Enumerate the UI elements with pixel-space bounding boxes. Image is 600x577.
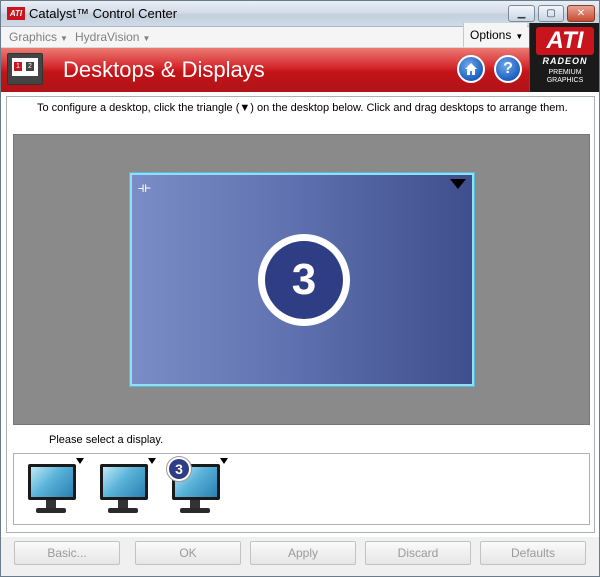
bottom-button-bar: Basic... OK Apply Discard Defaults	[1, 537, 599, 576]
premium-graphics-text: PREMIUM GRAPHICS	[530, 69, 600, 85]
ati-small-logo: ATI	[7, 7, 25, 20]
menu-graphics[interactable]: Graphics ▼	[9, 30, 68, 44]
options-label: Options	[470, 28, 512, 42]
select-display-label: Please select a display.	[49, 434, 164, 446]
premium-line-1: PREMIUM	[548, 69, 582, 76]
basic-button[interactable]: Basic...	[14, 541, 120, 565]
maximize-icon: ▢	[546, 8, 556, 19]
desktop-arrangement-area: ⟛ 3	[13, 134, 590, 425]
ati-radeon-logo: ATI RADEON PREMIUM GRAPHICS	[529, 23, 599, 92]
premium-line-2: GRAPHICS	[546, 77, 584, 84]
menu-hydravision[interactable]: HydraVision ▼	[75, 30, 150, 44]
close-icon: ✕	[576, 8, 586, 19]
desktop-menu-triangle[interactable]	[450, 179, 466, 189]
window-title: Catalyst™ Control Center	[29, 6, 178, 21]
chevron-down-icon: ▼	[142, 34, 151, 43]
display-menu-triangle[interactable]	[148, 458, 156, 464]
home-button[interactable]	[457, 55, 485, 83]
menu-hydravision-label: HydraVision	[75, 30, 140, 44]
desktop-3[interactable]: ⟛ 3	[130, 173, 474, 386]
maximize-button[interactable]: ▢	[538, 5, 564, 22]
page-title: Desktops & Displays	[63, 57, 265, 82]
ati-logo-text: ATI	[536, 27, 594, 55]
monitor-icon	[28, 464, 76, 500]
display-menu-triangle[interactable]	[220, 458, 228, 464]
app-window: ATI Catalyst™ Control Center ▁ ▢ ✕ Graph…	[0, 0, 600, 577]
primary-desktop-icon: ⟛	[138, 179, 151, 195]
ok-button[interactable]: OK	[135, 541, 241, 565]
minimize-icon: ▁	[517, 8, 526, 19]
discard-button[interactable]: Discard	[365, 541, 471, 565]
display-item-3[interactable]: 3	[166, 456, 230, 520]
close-button[interactable]: ✕	[567, 5, 595, 22]
menu-graphics-label: Graphics	[9, 30, 58, 44]
chevron-down-icon: ▼	[515, 32, 524, 41]
minimize-button[interactable]: ▁	[508, 5, 535, 22]
chevron-down-icon: ▼	[60, 34, 68, 43]
apply-button[interactable]: Apply	[250, 541, 356, 565]
main-content: To configure a desktop, click the triang…	[6, 96, 595, 533]
display-item-1[interactable]	[24, 458, 86, 520]
defaults-button[interactable]: Defaults	[480, 541, 586, 565]
display-item-2[interactable]	[96, 458, 158, 520]
help-icon: ?	[503, 60, 513, 77]
display-list: 3	[13, 453, 590, 525]
help-button[interactable]: ?	[494, 55, 522, 83]
page-header: 12 Desktops & Displays ?	[1, 48, 529, 92]
desktop-number: 3	[265, 241, 343, 319]
home-icon	[465, 63, 477, 75]
desktop-number-badge: 3	[258, 234, 350, 326]
radeon-logo-text: RADEON	[542, 56, 588, 66]
display-menu-triangle[interactable]	[76, 458, 84, 464]
display-desktop-badge: 3	[166, 456, 192, 482]
desktops-displays-icon: 12	[7, 53, 43, 85]
instruction-text: To configure a desktop, click the triang…	[37, 102, 568, 114]
options-menu[interactable]: Options ▼	[463, 23, 527, 47]
monitor-icon	[100, 464, 148, 500]
display-badge-number: 3	[169, 459, 189, 479]
